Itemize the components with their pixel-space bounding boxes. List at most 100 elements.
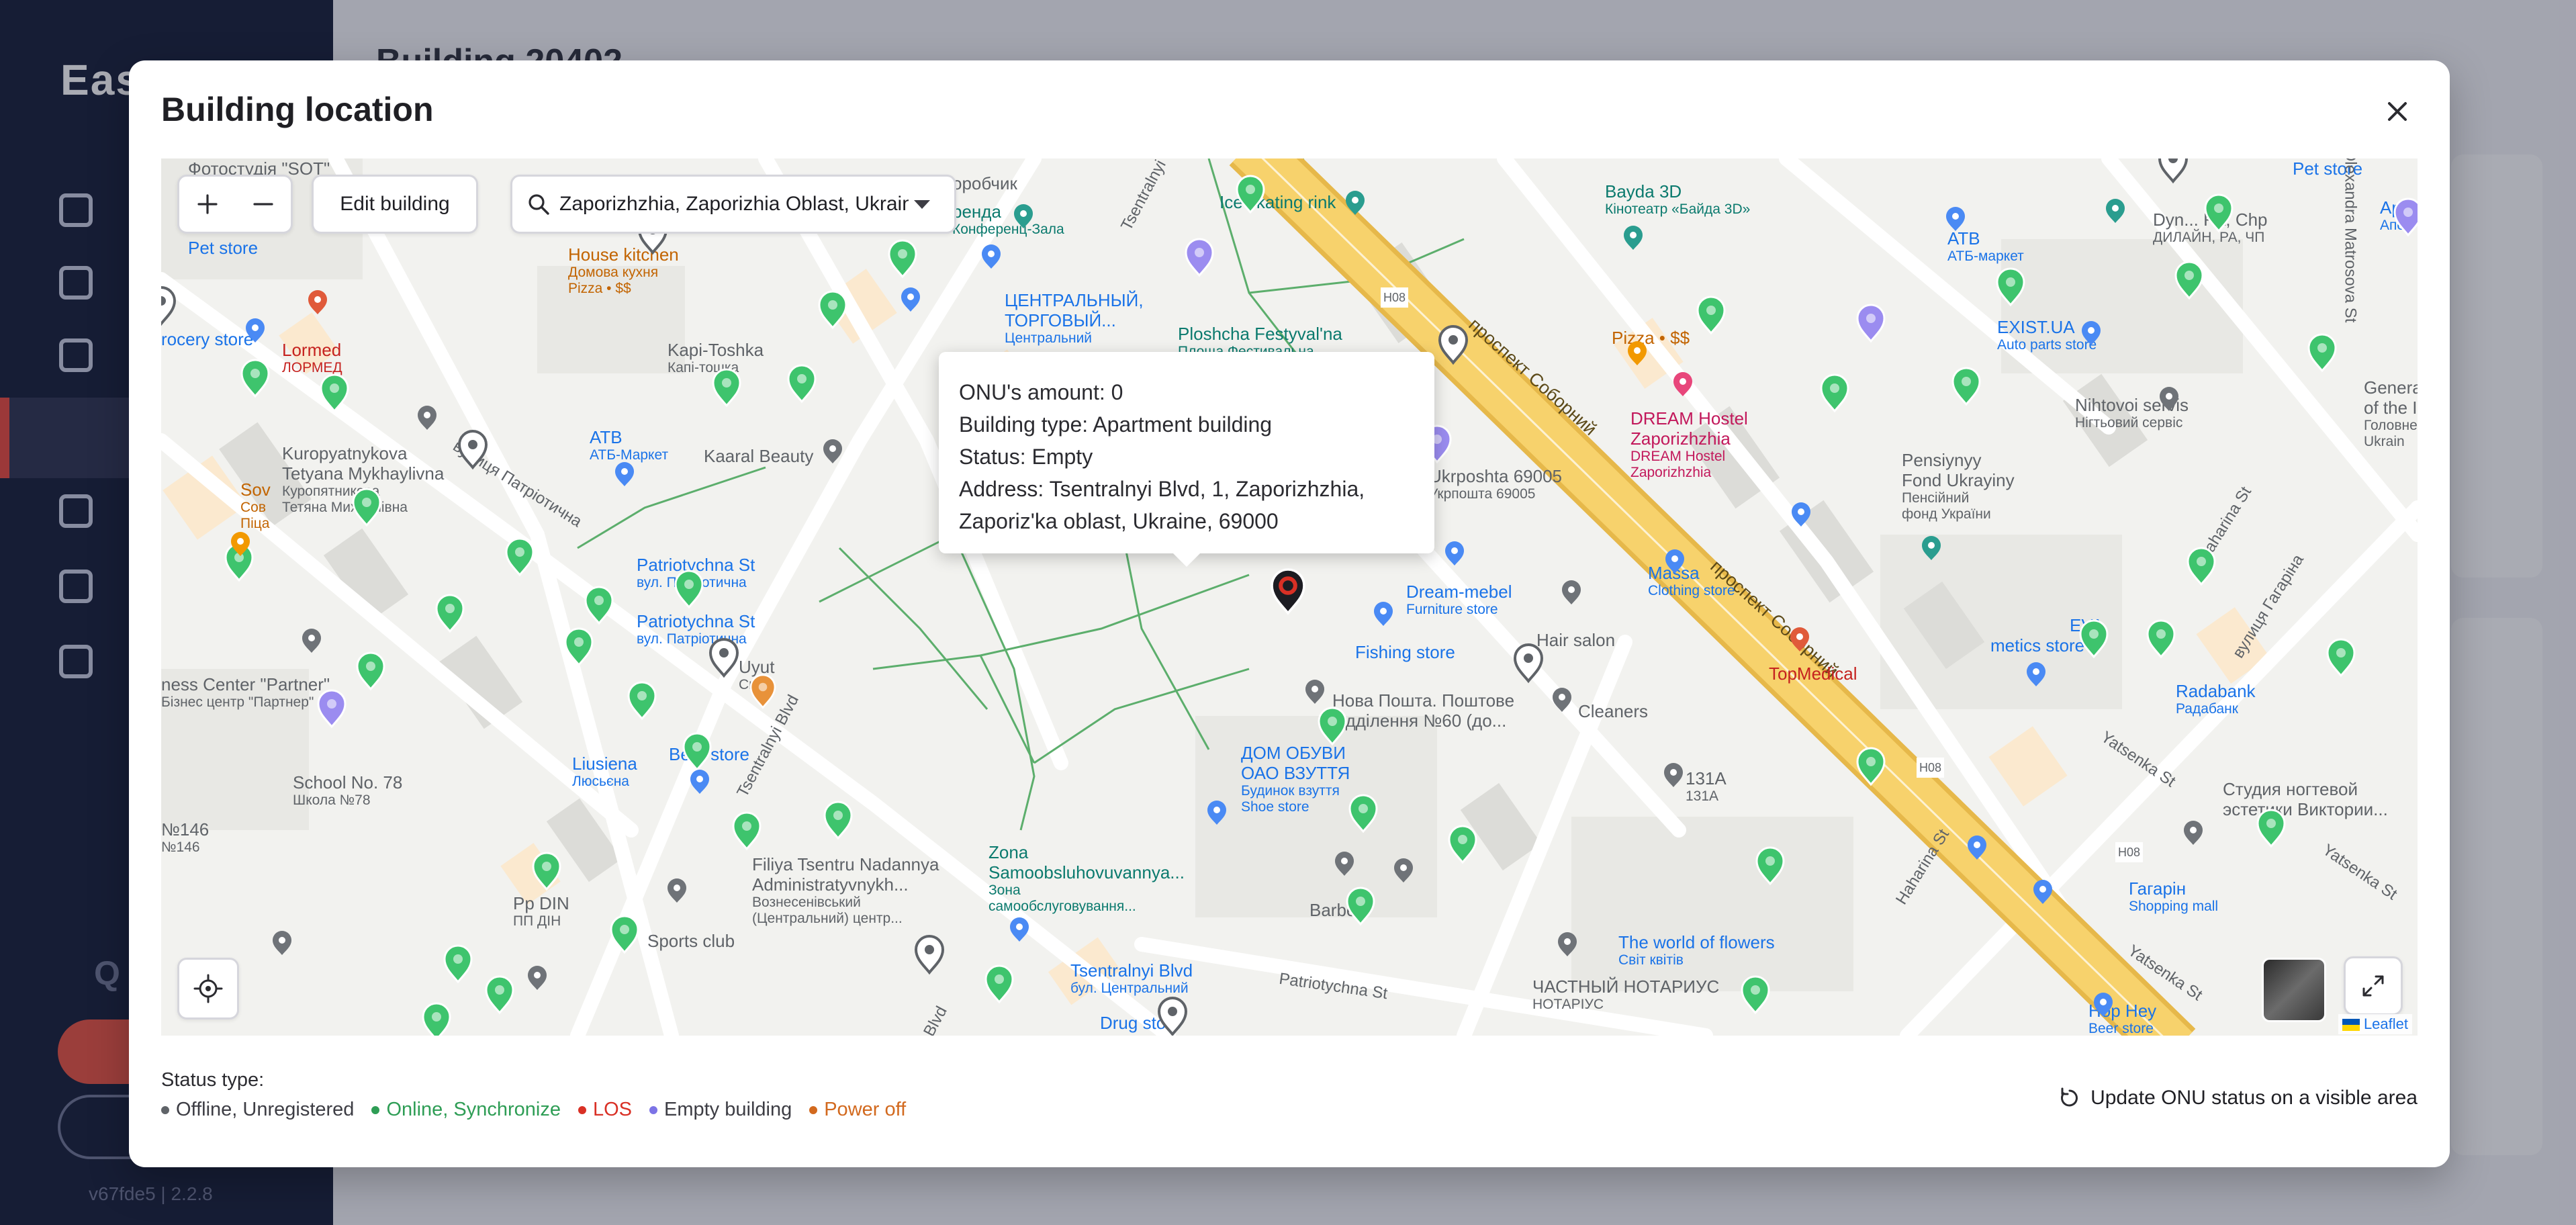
building-marker-online[interactable] xyxy=(584,586,614,625)
building-marker-offline[interactable] xyxy=(1513,643,1544,684)
building-marker-online[interactable] xyxy=(1755,846,1785,886)
poi-pin-icon[interactable] xyxy=(1014,204,1033,228)
building-marker-online[interactable] xyxy=(2174,261,2204,300)
building-marker-online[interactable] xyxy=(485,975,514,1015)
building-marker-online[interactable] xyxy=(435,594,465,633)
poi-pin-icon[interactable] xyxy=(823,439,842,463)
building-marker-online[interactable] xyxy=(682,732,712,772)
edit-building-button[interactable]: Edit building xyxy=(312,175,478,234)
building-marker-online[interactable] xyxy=(1318,707,1347,746)
poi-pin-icon[interactable] xyxy=(2094,993,2113,1017)
building-marker-online[interactable] xyxy=(320,373,349,413)
building-marker-online[interactable] xyxy=(627,681,657,721)
building-marker-online[interactable] xyxy=(787,364,817,404)
poi-pin-icon[interactable] xyxy=(2106,199,2125,223)
building-marker-online[interactable] xyxy=(2187,547,2216,586)
building-marker-online[interactable] xyxy=(2326,638,2356,678)
poi-pin-icon[interactable] xyxy=(1346,191,1365,215)
building-marker-offline[interactable] xyxy=(1438,325,1469,365)
search-input[interactable] xyxy=(559,193,909,216)
building-marker-online[interactable] xyxy=(1696,296,1726,335)
building-marker-power[interactable] xyxy=(749,674,776,709)
poi-pin-icon[interactable] xyxy=(1374,602,1393,626)
poi-pin-icon[interactable] xyxy=(302,629,321,653)
building-marker-online[interactable] xyxy=(1820,373,1849,413)
fullscreen-button[interactable] xyxy=(2344,956,2403,1015)
poi-pin-icon[interactable] xyxy=(418,406,436,430)
leaflet-attribution[interactable]: Leaflet xyxy=(2338,1014,2412,1034)
poi-pin-icon[interactable] xyxy=(1394,858,1413,882)
building-marker-empty[interactable] xyxy=(1185,238,1214,277)
poi-pin-icon[interactable] xyxy=(1673,372,1692,396)
building-marker-online[interactable] xyxy=(1346,887,1375,926)
building-marker-online[interactable] xyxy=(356,651,385,691)
building-marker-online[interactable] xyxy=(674,570,704,609)
poi-pin-icon[interactable] xyxy=(1792,502,1810,527)
building-marker-online[interactable] xyxy=(352,488,381,527)
poi-pin-icon[interactable] xyxy=(615,462,634,486)
building-marker-offline[interactable] xyxy=(161,286,177,326)
poi-pin-icon[interactable] xyxy=(1562,580,1581,604)
poi-pin-icon[interactable] xyxy=(1305,680,1324,704)
building-marker-online[interactable] xyxy=(2307,333,2337,373)
poi-pin-icon[interactable] xyxy=(2184,821,2203,845)
poi-pin-icon[interactable] xyxy=(246,318,265,343)
building-marker-online[interactable] xyxy=(818,290,847,330)
poi-pin-icon[interactable] xyxy=(1553,688,1571,712)
poi-pin-icon[interactable] xyxy=(1946,207,1965,231)
update-onu-status-button[interactable]: Update ONU status on a visible area xyxy=(2058,1087,2418,1109)
poi-pin-icon[interactable] xyxy=(690,770,709,794)
poi-pin-icon[interactable] xyxy=(1207,801,1226,825)
building-marker-online[interactable] xyxy=(1996,267,2025,307)
building-marker-offline[interactable] xyxy=(914,935,945,975)
building-marker-online[interactable] xyxy=(2256,809,2286,848)
building-marker-online[interactable] xyxy=(2204,193,2234,233)
building-marker-online[interactable] xyxy=(532,852,561,891)
building-marker-online[interactable] xyxy=(1741,975,1770,1015)
poi-pin-icon[interactable] xyxy=(1665,549,1684,574)
map[interactable]: Фотостудія "SOT"Portrait studio Pet stor… xyxy=(161,158,2418,1036)
building-marker-online[interactable] xyxy=(443,944,473,984)
poi-pin-icon[interactable] xyxy=(668,878,686,903)
poi-pin-icon[interactable] xyxy=(1624,226,1643,250)
poi-pin-icon[interactable] xyxy=(1445,541,1464,565)
poi-pin-icon[interactable] xyxy=(1335,852,1354,876)
poi-pin-icon[interactable] xyxy=(1922,536,1941,560)
zoom-out-button[interactable] xyxy=(235,177,291,232)
building-marker-online[interactable] xyxy=(823,801,853,840)
building-marker-online[interactable] xyxy=(240,359,270,398)
building-marker-empty[interactable] xyxy=(2393,197,2418,237)
selected-building-marker[interactable] xyxy=(1271,568,1305,615)
building-marker-online[interactable] xyxy=(984,964,1014,1004)
building-marker-offline[interactable] xyxy=(2158,158,2189,184)
poi-pin-icon[interactable] xyxy=(1010,917,1029,942)
poi-pin-icon[interactable] xyxy=(308,290,327,314)
building-marker-empty[interactable] xyxy=(317,689,347,729)
building-marker-online[interactable] xyxy=(712,368,741,408)
building-marker-online[interactable] xyxy=(422,1002,451,1036)
caret-down-icon[interactable] xyxy=(914,199,930,209)
building-marker-online[interactable] xyxy=(564,627,594,667)
building-marker-empty[interactable] xyxy=(1856,304,1886,343)
building-marker-online[interactable] xyxy=(888,239,917,279)
close-icon[interactable] xyxy=(2377,91,2418,132)
poi-pin-icon[interactable] xyxy=(1628,341,1647,365)
building-marker-online[interactable] xyxy=(1951,367,1981,406)
building-marker-online[interactable] xyxy=(2079,619,2109,659)
building-marker-online[interactable] xyxy=(505,537,535,577)
poi-pin-icon[interactable] xyxy=(901,287,920,312)
satellite-layer-toggle[interactable] xyxy=(2262,958,2326,1022)
locate-button[interactable] xyxy=(177,958,239,1019)
poi-pin-icon[interactable] xyxy=(273,931,291,955)
building-marker-online[interactable] xyxy=(1448,825,1477,864)
building-marker-online[interactable] xyxy=(1856,747,1886,786)
building-marker-online[interactable] xyxy=(1236,175,1265,214)
zoom-in-button[interactable] xyxy=(179,177,235,232)
building-marker-online[interactable] xyxy=(1348,794,1378,833)
poi-pin-icon[interactable] xyxy=(1558,932,1577,956)
poi-pin-icon[interactable] xyxy=(2160,387,2178,411)
poi-pin-icon[interactable] xyxy=(1968,835,1986,860)
building-marker-online[interactable] xyxy=(732,811,762,851)
poi-pin-icon[interactable] xyxy=(982,244,1001,269)
building-marker-offline[interactable] xyxy=(457,430,488,470)
